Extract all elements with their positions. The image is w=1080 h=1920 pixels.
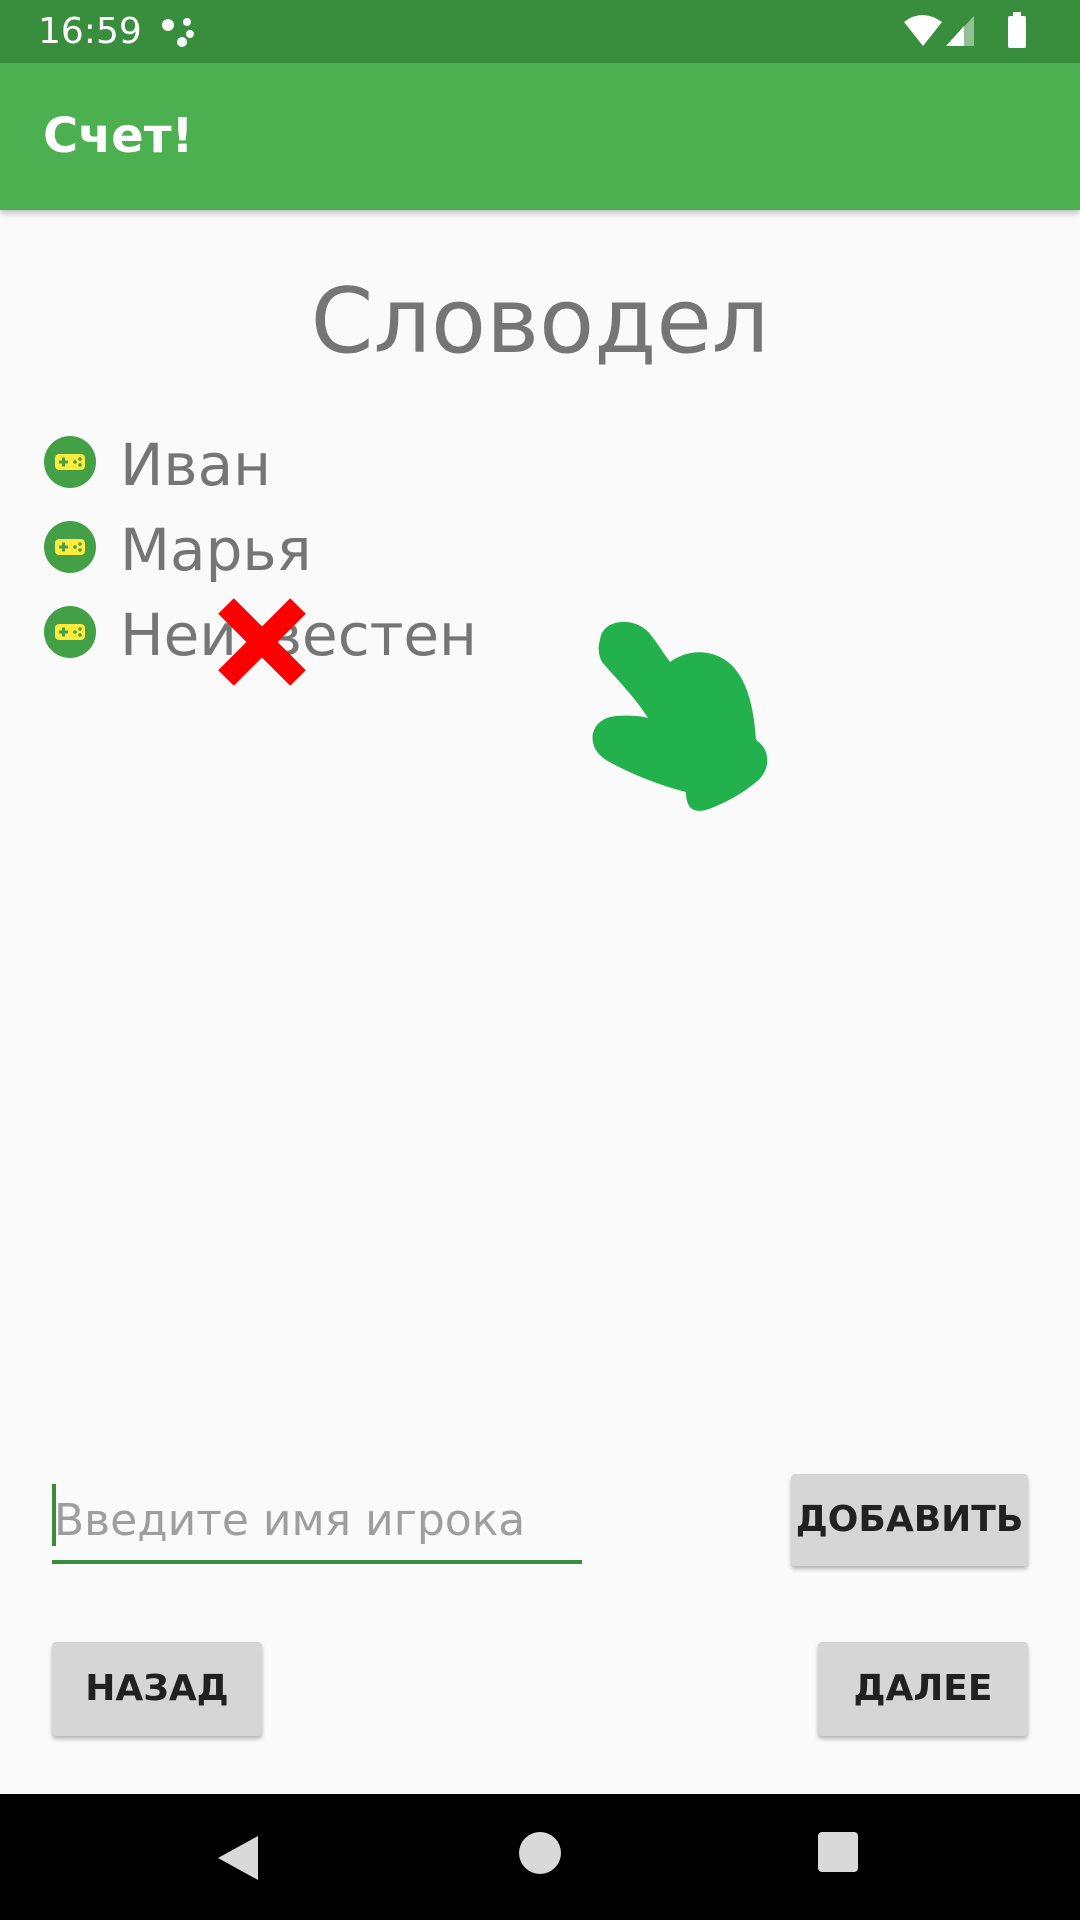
- add-player-button[interactable]: ДОБАВИТЬ: [791, 1474, 1028, 1566]
- back-icon[interactable]: [214, 1832, 262, 1884]
- player-item[interactable]: Неизвестен: [44, 600, 1034, 685]
- assistant-dots-icon: [162, 18, 194, 47]
- game-title: Словодел: [310, 269, 770, 374]
- gamepad-icon: [44, 436, 96, 488]
- navigation-bar: [0, 1794, 1080, 1920]
- player-name-field[interactable]: [52, 1480, 584, 1564]
- player-name-input[interactable]: [52, 1480, 584, 1560]
- text-caret: [52, 1484, 56, 1546]
- player-name: Иван: [120, 431, 272, 499]
- battery-icon: [1008, 12, 1026, 48]
- gamepad-icon: [44, 521, 96, 573]
- player-list: Иван Марья Неизвестен: [44, 430, 1034, 685]
- gamepad-icon: [44, 606, 96, 658]
- signal-icon: [946, 16, 974, 46]
- app-title: Счет!: [43, 108, 194, 164]
- recents-icon[interactable]: [818, 1832, 858, 1872]
- wifi-icon: [904, 15, 942, 46]
- next-button[interactable]: ДАЛЕЕ: [818, 1642, 1028, 1736]
- red-x-delete-icon[interactable]: [216, 596, 308, 688]
- player-name: Марья: [120, 516, 312, 584]
- swipe-hand-icon: [592, 621, 768, 811]
- home-icon[interactable]: [519, 1832, 561, 1874]
- player-item[interactable]: Марья: [44, 515, 1034, 600]
- back-button[interactable]: НАЗАД: [52, 1642, 262, 1736]
- status-time: 16:59: [38, 11, 142, 52]
- status-bar: 16:59: [0, 0, 1080, 63]
- player-item[interactable]: Иван: [44, 430, 1034, 515]
- status-icons: [904, 12, 1026, 48]
- app-bar: Счет!: [0, 63, 1080, 210]
